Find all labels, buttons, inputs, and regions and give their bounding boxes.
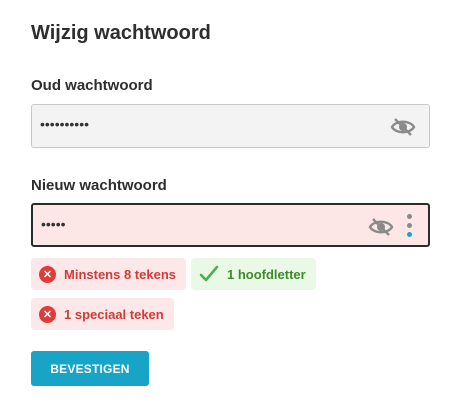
requirement-text: Minstens 8 tekens	[64, 266, 176, 282]
new-password-value: •••••	[41, 216, 66, 232]
requirement-text: 1 hoofdletter	[227, 266, 306, 282]
new-password-label: Nieuw wachtwoord	[31, 177, 167, 194]
requirement-min-length: ✕ Minstens 8 tekens	[31, 258, 186, 290]
x-circle-icon: ✕	[39, 265, 56, 283]
requirement-uppercase: 1 hoofdletter	[191, 258, 316, 290]
x-circle-icon: ✕	[39, 305, 56, 323]
eye-slash-icon[interactable]	[368, 216, 394, 238]
requirement-special-char: ✕ 1 speciaal teken	[31, 298, 174, 330]
old-password-label: Oud wachtwoord	[31, 77, 153, 94]
old-password-field[interactable]: ••••••••••	[31, 104, 430, 148]
eye-slash-icon[interactable]	[390, 116, 416, 138]
confirm-button[interactable]: BEVESTIGEN	[31, 351, 149, 386]
requirement-text: 1 speciaal teken	[64, 306, 164, 322]
old-password-value: ••••••••••	[40, 116, 90, 132]
checkmark-icon	[199, 265, 219, 282]
kebab-menu-icon[interactable]	[406, 214, 412, 242]
new-password-field[interactable]: •••••	[31, 203, 430, 247]
page-title: Wijzig wachtwoord	[31, 22, 211, 44]
